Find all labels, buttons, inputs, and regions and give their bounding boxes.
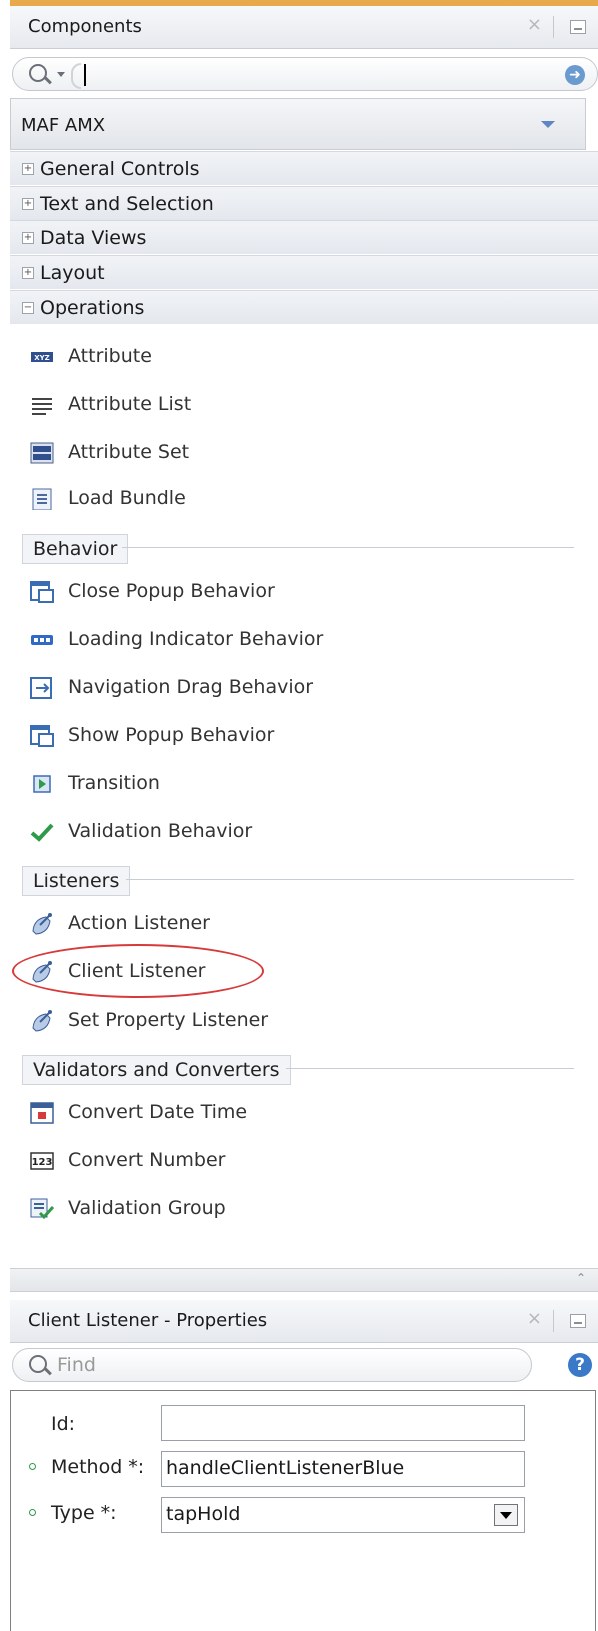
item-label: Convert Number bbox=[68, 1149, 226, 1171]
category-label: Text and Selection bbox=[40, 193, 214, 215]
component-search-field[interactable]: ➜ bbox=[12, 57, 598, 91]
calendar-icon bbox=[30, 1102, 54, 1124]
section-rule bbox=[126, 879, 574, 880]
section-listeners: Listeners bbox=[22, 866, 574, 896]
item-label: Transition bbox=[68, 772, 160, 794]
close-icon[interactable]: × bbox=[527, 1308, 542, 1329]
type-select-value: tapHold bbox=[166, 1503, 241, 1525]
titlebar-separator bbox=[553, 1310, 554, 1332]
search-icon[interactable] bbox=[29, 64, 47, 82]
list-icon bbox=[32, 398, 52, 415]
help-icon[interactable]: ? bbox=[568, 1353, 592, 1377]
splitter-grip-icon[interactable]: ⌃ bbox=[576, 1271, 586, 1285]
category-label: Data Views bbox=[40, 227, 147, 249]
close-icon[interactable]: × bbox=[527, 14, 542, 35]
section-label: Listeners bbox=[22, 866, 131, 896]
satellite-icon bbox=[32, 913, 52, 935]
category-label: Operations bbox=[40, 297, 145, 319]
expand-icon[interactable]: + bbox=[22, 267, 34, 279]
category-label: General Controls bbox=[40, 158, 200, 180]
go-arrow-icon[interactable]: ➜ bbox=[565, 65, 585, 85]
type-label: Type *: bbox=[51, 1502, 117, 1524]
id-field[interactable] bbox=[161, 1405, 525, 1441]
attribute-set-icon bbox=[30, 442, 54, 464]
svg-text:123: 123 bbox=[32, 1157, 53, 1168]
category-label: Layout bbox=[40, 262, 105, 284]
panel-splitter[interactable]: ⌃ bbox=[10, 1268, 598, 1292]
svg-text:XYZ: XYZ bbox=[34, 354, 50, 362]
section-rule bbox=[122, 547, 574, 548]
search-options-dropdown-icon[interactable] bbox=[57, 72, 65, 77]
item-label: Convert Date Time bbox=[68, 1101, 248, 1123]
item-label: Attribute List bbox=[68, 393, 192, 415]
item-label: Action Listener bbox=[68, 912, 210, 934]
section-behavior: Behavior bbox=[22, 534, 574, 564]
properties-help-area: ? bbox=[536, 1348, 598, 1382]
titlebar-separator bbox=[553, 16, 554, 38]
library-select-value: MAF AMX bbox=[21, 115, 106, 136]
search-field-edge bbox=[71, 63, 81, 89]
section-label: Validators and Converters bbox=[22, 1055, 291, 1085]
popup-icon bbox=[30, 725, 54, 747]
category-data-views[interactable]: + Data Views bbox=[10, 220, 598, 254]
item-label: Navigation Drag Behavior bbox=[68, 676, 314, 698]
loading-icon bbox=[31, 635, 53, 645]
id-label: Id: bbox=[51, 1413, 76, 1435]
minimize-icon[interactable] bbox=[570, 1314, 586, 1328]
section-rule bbox=[286, 1068, 574, 1069]
item-label: Loading Indicator Behavior bbox=[68, 628, 324, 650]
chevron-down-icon[interactable] bbox=[494, 1504, 518, 1526]
find-placeholder: Find bbox=[57, 1354, 96, 1376]
text-caret bbox=[84, 64, 86, 86]
category-general-controls[interactable]: + General Controls bbox=[10, 151, 598, 185]
item-label: Load Bundle bbox=[68, 487, 186, 509]
expand-icon[interactable]: + bbox=[22, 163, 34, 175]
satellite-icon bbox=[32, 1010, 52, 1032]
item-label: Show Popup Behavior bbox=[68, 724, 275, 746]
components-title: Components bbox=[28, 16, 142, 37]
section-label: Behavior bbox=[22, 534, 129, 564]
category-text-and-selection[interactable]: + Text and Selection bbox=[10, 186, 598, 220]
item-label: Validation Behavior bbox=[68, 820, 253, 842]
item-label: Attribute Set bbox=[68, 441, 190, 463]
minimize-icon[interactable] bbox=[570, 20, 586, 34]
section-validators-and-converters: Validators and Converters bbox=[22, 1055, 574, 1085]
popup-icon bbox=[30, 581, 54, 603]
properties-titlebar: Client Listener - Properties × bbox=[10, 1300, 598, 1343]
method-field[interactable]: handleClientListenerBlue bbox=[161, 1451, 525, 1487]
library-select[interactable]: MAF AMX bbox=[10, 98, 586, 150]
highlight-oval bbox=[12, 944, 264, 998]
drag-icon bbox=[30, 677, 52, 699]
item-label: Set Property Listener bbox=[68, 1009, 269, 1031]
bundle-icon bbox=[32, 488, 52, 510]
item-label: Validation Group bbox=[68, 1197, 226, 1219]
category-layout[interactable]: + Layout bbox=[10, 255, 598, 289]
item-label: Close Popup Behavior bbox=[68, 580, 275, 602]
required-indicator-icon bbox=[29, 1463, 36, 1470]
properties-form: Id: Method *: handleClientListenerBlue T… bbox=[10, 1390, 596, 1631]
expand-icon[interactable]: + bbox=[22, 198, 34, 210]
attribute-icon: XYZ bbox=[31, 352, 53, 362]
expand-icon[interactable]: + bbox=[22, 232, 34, 244]
validation-group-icon bbox=[30, 1198, 54, 1220]
required-indicator-icon bbox=[29, 1509, 36, 1516]
transition-icon bbox=[33, 775, 51, 793]
components-titlebar: Components × bbox=[10, 6, 598, 49]
number-icon: 123 bbox=[30, 1152, 54, 1170]
properties-find-field[interactable]: Find bbox=[12, 1348, 532, 1382]
checkmark-icon bbox=[30, 823, 54, 842]
search-icon bbox=[29, 1355, 47, 1373]
properties-title: Client Listener - Properties bbox=[28, 1310, 268, 1331]
item-label: Attribute bbox=[68, 345, 152, 367]
category-operations[interactable]: − Operations bbox=[10, 290, 598, 324]
type-select[interactable]: tapHold bbox=[161, 1497, 525, 1533]
chevron-down-icon[interactable] bbox=[541, 121, 555, 128]
collapse-icon[interactable]: − bbox=[22, 302, 34, 314]
method-label: Method *: bbox=[51, 1456, 145, 1478]
